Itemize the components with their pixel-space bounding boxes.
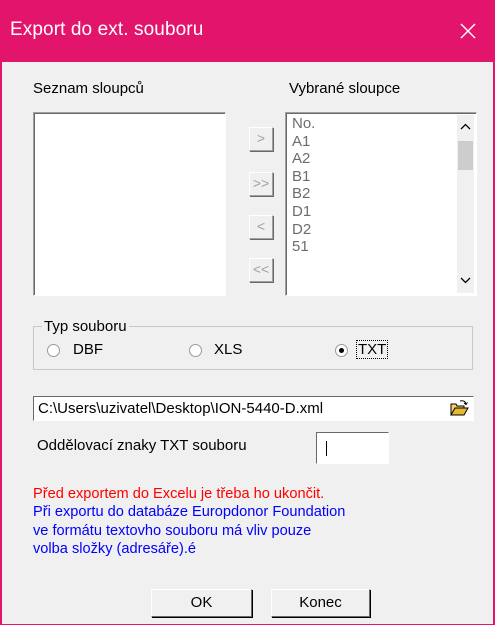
remove-one-button[interactable]: <: [249, 215, 273, 239]
export-path-field[interactable]: C:\Users\uzivatel\Desktop\ION-5440-D.xml: [33, 396, 474, 421]
list-item[interactable]: D1: [292, 203, 315, 221]
excel-warning-text: Před exportem do Excelu je třeba ho ukon…: [33, 486, 325, 502]
info-line: volba složky (adresáře).é: [33, 540, 197, 557]
list-item[interactable]: 51: [292, 238, 315, 256]
remove-all-button[interactable]: <<: [249, 258, 273, 282]
radio-txt[interactable]: [335, 344, 348, 357]
info-message: Před exportem do Excelu je třeba ho ukon…: [33, 485, 345, 558]
scroll-thumb[interactable]: [458, 141, 473, 170]
export-path-value: C:\Users\uzivatel\Desktop\ION-5440-D.xml: [38, 400, 324, 417]
scroll-up-icon[interactable]: [460, 123, 471, 130]
add-all-button[interactable]: >>: [249, 172, 273, 196]
export-dialog: Export do ext. souboru Seznam sloupců Vy…: [0, 0, 495, 625]
available-columns-label: Seznam sloupců: [33, 80, 144, 97]
folder-open-icon: [450, 400, 469, 416]
radio-dbf-label[interactable]: DBF: [73, 341, 103, 358]
list-item[interactable]: A2: [292, 150, 315, 168]
separator-label: Oddělovací znaky TXT souboru: [37, 437, 247, 454]
radio-selected-dot: [339, 348, 344, 353]
text-caret: [326, 441, 327, 456]
list-item[interactable]: B2: [292, 185, 315, 203]
separator-input[interactable]: [316, 432, 389, 464]
window-title: Export do ext. souboru: [10, 19, 204, 40]
list-item[interactable]: D2: [292, 221, 315, 239]
selected-columns-list[interactable]: No. A1 A2 B1 B2 D1 D2 51: [285, 112, 477, 296]
radio-xls-label[interactable]: XLS: [214, 341, 242, 358]
list-item[interactable]: B1: [292, 168, 315, 186]
available-columns-list[interactable]: [33, 112, 226, 296]
ok-button[interactable]: OK: [151, 589, 252, 617]
vertical-scrollbar[interactable]: [457, 115, 474, 293]
close-dialog-button[interactable]: Konec: [271, 589, 370, 617]
info-line: ve formátu textovho souboru má vliv pouz…: [33, 522, 312, 539]
radio-txt-label[interactable]: TXT: [355, 340, 389, 359]
file-type-group-label: Typ souboru: [42, 318, 129, 335]
list-item[interactable]: No.: [292, 115, 315, 133]
list-item[interactable]: A1: [292, 133, 315, 151]
browse-button[interactable]: [449, 399, 469, 418]
radio-dbf[interactable]: [47, 344, 60, 357]
scroll-down-icon[interactable]: [460, 277, 471, 284]
info-line: Při exportu do databáze Europdonor Found…: [33, 504, 346, 521]
title-bar[interactable]: Export do ext. souboru: [2, 0, 493, 62]
close-button[interactable]: [443, 0, 493, 62]
selected-columns-label: Vybrané sloupce: [289, 80, 401, 97]
add-one-button[interactable]: >: [249, 127, 273, 151]
radio-xls[interactable]: [189, 344, 202, 357]
selected-columns-items: No. A1 A2 B1 B2 D1 D2 51: [292, 115, 315, 256]
close-icon: [460, 23, 476, 39]
